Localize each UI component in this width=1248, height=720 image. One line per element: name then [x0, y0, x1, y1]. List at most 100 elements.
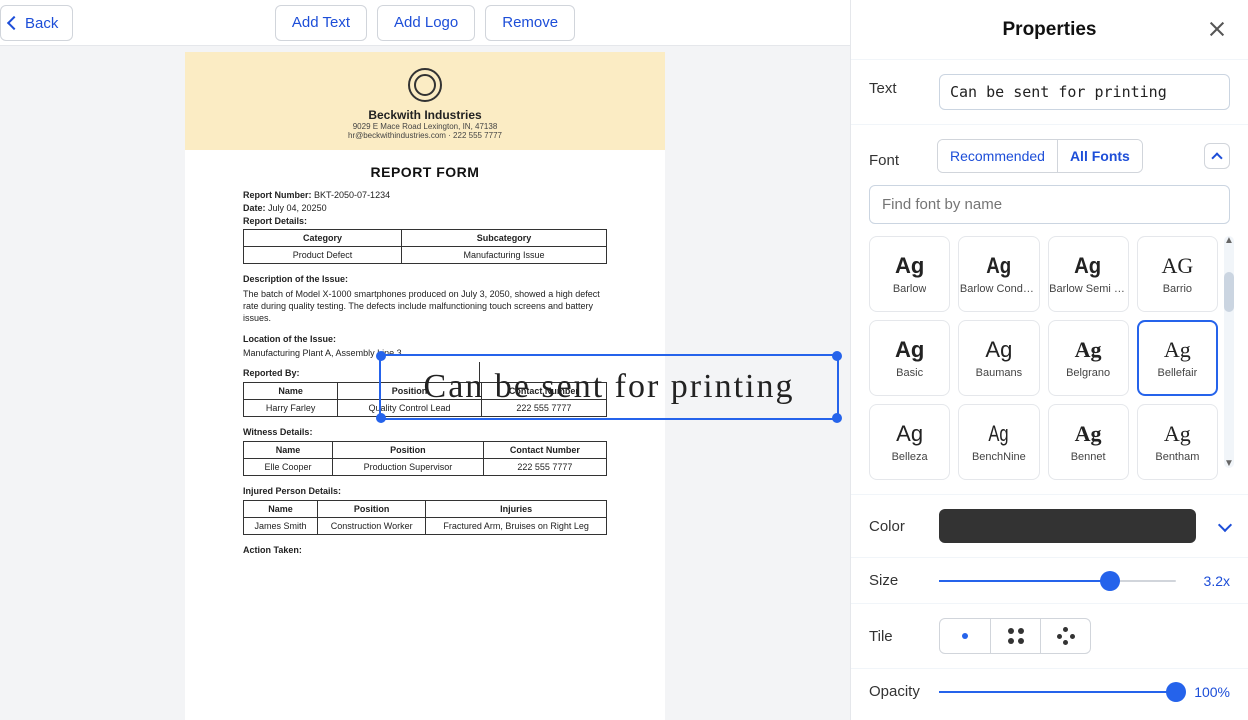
tab-all-fonts[interactable]: All Fonts	[1057, 140, 1142, 172]
category-header: Category	[244, 230, 402, 247]
report-number: BKT-2050-07-1234	[314, 190, 390, 200]
font-name-label: Bellefair	[1158, 367, 1198, 379]
font-sample: Ag	[986, 253, 1011, 279]
font-option-barrio[interactable]: AG Barrio	[1137, 236, 1218, 312]
category-cell: Product Defect	[244, 247, 402, 264]
resize-handle-br[interactable]	[832, 413, 842, 423]
details-table: CategorySubcategory Product DefectManufa…	[243, 229, 607, 264]
wit-pos: Production Supervisor	[333, 459, 484, 476]
font-option-bellefair[interactable]: AgBellefair	[1137, 320, 1218, 396]
add-logo-button[interactable]: Add Logo	[377, 5, 475, 41]
font-name-label: Basic	[896, 367, 923, 379]
font-option-barlow-condensed[interactable]: Ag Barlow Condensed	[958, 236, 1039, 312]
font-name-label: Bennet	[1071, 451, 1106, 463]
font-sample: AG	[1161, 253, 1193, 279]
desc-text: The batch of Model X-1000 smartphones pr…	[243, 288, 607, 324]
font-sample: Ag	[895, 337, 924, 363]
font-label: Font	[869, 144, 923, 169]
font-name-label: Belgrano	[1066, 367, 1110, 379]
scroll-thumb[interactable]	[1224, 272, 1234, 312]
font-name-label: Belleza	[892, 451, 928, 463]
font-scrollbar[interactable]: ▲ ▼	[1224, 236, 1234, 468]
font-search-input[interactable]	[869, 185, 1230, 224]
scroll-down-icon[interactable]: ▼	[1224, 458, 1234, 469]
font-sample: Ag	[1075, 421, 1102, 447]
inj-pos: Construction Worker	[318, 518, 426, 535]
chevron-up-icon	[1211, 152, 1222, 163]
font-sample: Ag	[989, 421, 1009, 447]
back-button[interactable]: Back	[0, 5, 73, 41]
subcategory-cell: Manufacturing Issue	[402, 247, 607, 264]
font-sample: Ag	[1164, 421, 1191, 447]
company-name: Beckwith Industries	[195, 108, 655, 122]
add-text-button[interactable]: Add Text	[275, 5, 367, 41]
witness-table: NamePositionContact Number Elle CooperPr…	[243, 441, 607, 476]
injured-label: Injured Person Details:	[243, 486, 607, 496]
font-option-barlow-semi-condensed[interactable]: Ag Barlow Semi Condensed	[1048, 236, 1129, 312]
font-name-label: Barlow Condensed	[960, 283, 1038, 295]
wit-contact: 222 555 7777	[483, 459, 606, 476]
report-number-label: Report Number:	[243, 190, 312, 200]
font-name-label: Barlow Semi Condensed	[1049, 283, 1127, 295]
font-option-basic[interactable]: Ag Basic	[869, 320, 950, 396]
contact-header: Contact Number	[483, 442, 606, 459]
tab-recommended[interactable]: Recommended	[938, 140, 1057, 172]
collapse-font-button[interactable]	[1204, 143, 1230, 169]
font-name-label: Bentham	[1155, 451, 1199, 463]
font-option-belleza[interactable]: Ag Belleza	[869, 404, 950, 480]
font-sample: Ag	[1075, 253, 1102, 279]
color-swatch[interactable]	[939, 509, 1196, 543]
opacity-label: Opacity	[869, 683, 923, 700]
font-name-label: BenchNine	[972, 451, 1026, 463]
overlay-text-content: Can be sent for printing	[424, 368, 795, 406]
tile-option-grid[interactable]	[990, 619, 1040, 653]
name-header: Name	[244, 501, 318, 518]
font-sample: Ag	[896, 421, 923, 447]
text-input[interactable]	[939, 74, 1230, 110]
opacity-slider-thumb[interactable]	[1166, 682, 1186, 702]
font-option-bentham[interactable]: Ag Bentham	[1137, 404, 1218, 480]
font-name-label: Barlow	[893, 283, 927, 295]
chevron-left-icon	[7, 16, 21, 30]
font-option-benchnine[interactable]: Ag BenchNine	[958, 404, 1039, 480]
resize-handle-bl[interactable]	[376, 413, 386, 423]
witness-label: Witness Details:	[243, 427, 607, 437]
desc-label: Description of the Issue:	[243, 274, 607, 284]
size-slider-thumb[interactable]	[1100, 571, 1120, 591]
tile-option-single[interactable]	[940, 619, 990, 653]
back-label: Back	[25, 15, 58, 32]
font-name-label: Baumans	[976, 367, 1022, 379]
date-value: July 04, 20250	[268, 203, 327, 213]
opacity-slider[interactable]	[939, 691, 1176, 693]
location-label: Location of the Issue:	[243, 334, 607, 344]
size-value: 3.2x	[1188, 573, 1230, 589]
properties-panel: Properties Text Font Recommended All Fon…	[850, 0, 1248, 720]
name-header: Name	[244, 442, 333, 459]
font-sample: Ag	[985, 337, 1012, 363]
company-contact: hr@beckwithindustries.com · 222 555 7777	[195, 131, 655, 140]
close-icon[interactable]	[1206, 18, 1228, 40]
size-slider[interactable]	[939, 580, 1176, 582]
company-address: 9029 E Mace Road Lexington, IN, 47138	[195, 122, 655, 131]
name-header: Name	[244, 383, 338, 400]
injured-table: NamePositionInjuries James SmithConstruc…	[243, 500, 607, 535]
resize-handle-tr[interactable]	[832, 351, 842, 361]
font-option-bennet[interactable]: Ag Bennet	[1048, 404, 1129, 480]
font-option-baumans[interactable]: Ag Baumans	[958, 320, 1039, 396]
font-option-belgrano[interactable]: AgBelgrano	[1048, 320, 1129, 396]
injuries-header: Injuries	[426, 501, 607, 518]
position-header: Position	[333, 442, 484, 459]
text-label: Text	[869, 74, 923, 97]
remove-button[interactable]: Remove	[485, 5, 575, 41]
selected-text-element[interactable]: Can be sent for printing	[379, 354, 839, 420]
chevron-down-icon[interactable]	[1218, 517, 1232, 531]
tile-option-diamond[interactable]	[1040, 619, 1090, 653]
font-option-barlow[interactable]: AgBarlow	[869, 236, 950, 312]
inj-name: James Smith	[244, 518, 318, 535]
resize-handle-tl[interactable]	[376, 351, 386, 361]
font-name-label: Barrio	[1163, 283, 1192, 295]
position-header: Position	[318, 501, 426, 518]
scroll-up-icon[interactable]: ▲	[1224, 235, 1234, 246]
date-label: Date:	[243, 203, 266, 213]
logo-icon	[408, 68, 442, 102]
